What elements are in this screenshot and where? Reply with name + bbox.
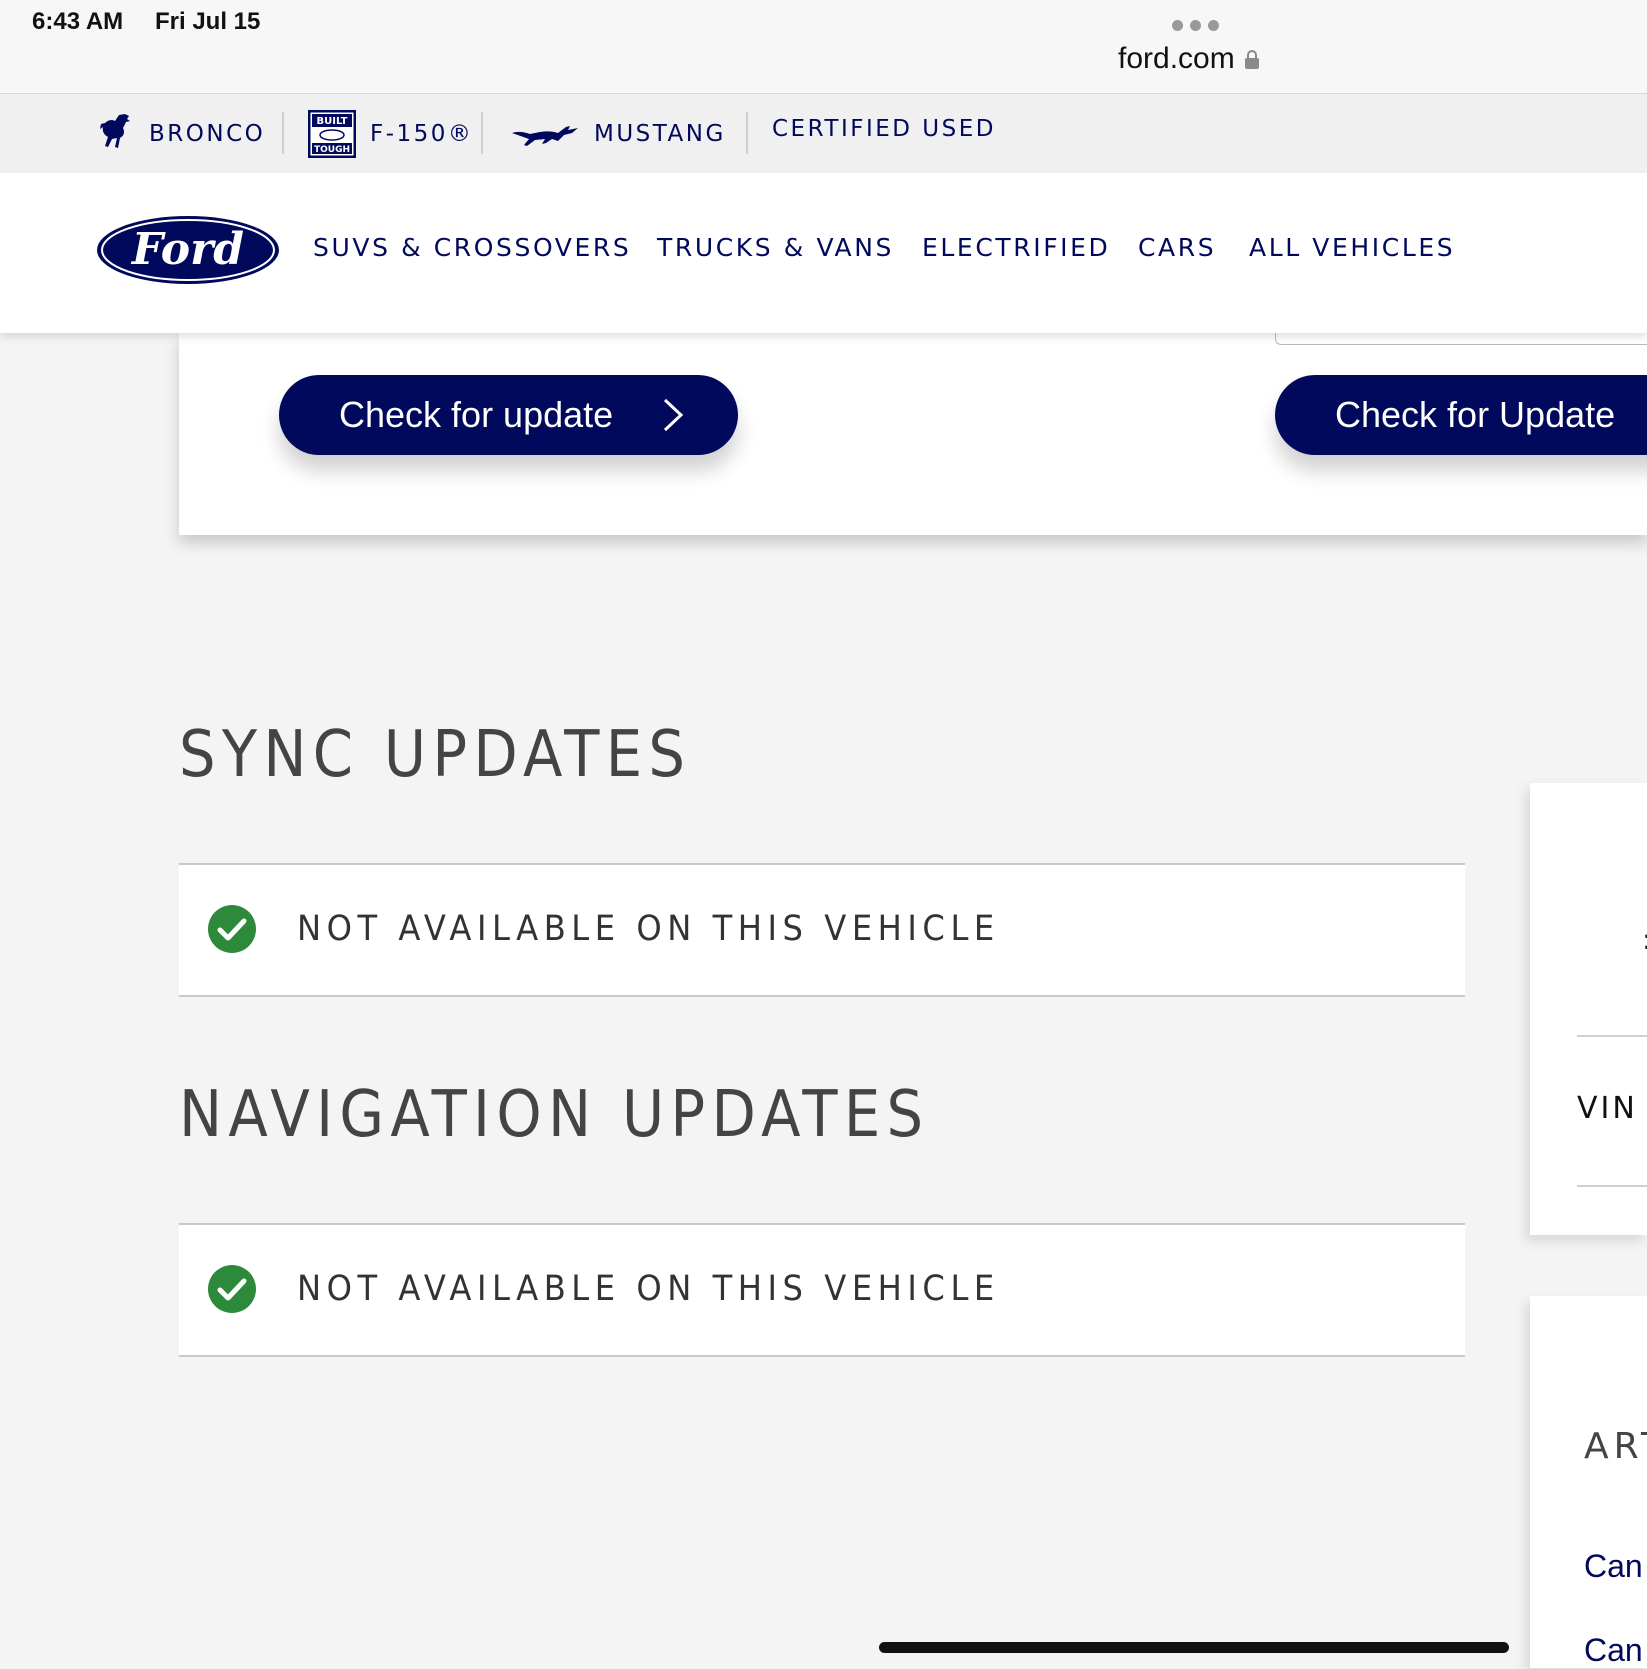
nav-suvs-crossovers[interactable]: SUVS & CROSSOVERS [313,233,631,262]
vehicle-info-card: : VIN [1530,783,1647,1235]
status-date: Fri Jul 15 [155,8,261,35]
vin-label: VIN [1577,1091,1638,1126]
sync-status-text: NOT AVAILABLE ON THIS VEHICLE [297,909,1000,949]
divider [746,112,748,154]
sync-status-row: NOT AVAILABLE ON THIS VEHICLE [179,863,1465,997]
divider [282,112,284,154]
nav-all-vehicles[interactable]: ALL VEHICLES [1249,233,1455,262]
sync-updates-title: SYNC UPDATES [179,718,692,792]
address-bar[interactable]: ford.com [1118,42,1259,76]
bronco-horse-icon [100,113,130,148]
chevron-right-icon [663,398,684,432]
card-text-fragment: : [1642,923,1647,956]
brand-bronco-label: BRONCO [149,120,266,147]
mustang-pony-icon [512,125,578,146]
svg-text:BUILT: BUILT [316,116,347,127]
ellipsis-icon[interactable] [1172,20,1219,31]
nav-trucks-vans[interactable]: TRUCKS & VANS [657,233,894,262]
check-for-update-label: Check for update [339,394,614,435]
home-indicator[interactable] [879,1642,1509,1653]
brand-f150[interactable]: BUILT TOUGH F-150® [308,94,473,173]
article-link[interactable]: Can [1584,1548,1643,1585]
ios-status-bar: 6:43 AM Fri Jul 15 ford.com [0,0,1647,94]
input-field-edge [1275,333,1647,345]
ford-logo[interactable]: Ford [95,214,281,286]
article-link[interactable]: Can [1584,1632,1643,1669]
lock-icon [1244,50,1259,69]
main-nav: Ford SUVS & CROSSOVERS TRUCKS & VANS ELE… [0,173,1647,333]
divider [481,112,483,154]
svg-text:TOUGH: TOUGH [314,145,350,155]
check-for-update-vin-label: Check for Update [1335,394,1616,435]
check-circle-icon [208,1265,256,1313]
check-for-update-vin-button[interactable]: Check for Update [1275,375,1647,455]
divider [1577,1185,1647,1187]
nav-cars[interactable]: CARS [1138,233,1216,262]
brand-bronco[interactable]: BRONCO [95,94,265,173]
brand-f150-label: F-150® [370,120,474,147]
brand-mustang-label: MUSTANG [594,120,726,147]
check-circle-icon [208,905,256,953]
articles-heading: ART [1584,1426,1647,1467]
svg-text:Ford: Ford [130,224,244,275]
nav-electrified[interactable]: ELECTRIFIED [922,233,1110,262]
url-text: ford.com [1118,42,1235,75]
brand-bar: BRONCO BUILT TOUGH F-150® MUSTANG CERTIF… [0,94,1647,173]
brand-certified-used-label: CERTIFIED USED [772,115,996,142]
check-for-update-button[interactable]: Check for update [279,375,738,455]
brand-certified-used[interactable]: CERTIFIED USED [772,89,996,168]
navigation-status-text: NOT AVAILABLE ON THIS VEHICLE [297,1269,1000,1309]
built-ford-tough-icon: BUILT TOUGH [308,109,356,158]
articles-card: ART Can Can [1530,1296,1647,1668]
status-time: 6:43 AM [32,8,124,35]
navigation-status-row: NOT AVAILABLE ON THIS VEHICLE [179,1223,1465,1357]
brand-mustang[interactable]: MUSTANG [510,94,726,173]
navigation-updates-title: NAVIGATION UPDATES [179,1078,930,1152]
divider [1577,1035,1647,1037]
